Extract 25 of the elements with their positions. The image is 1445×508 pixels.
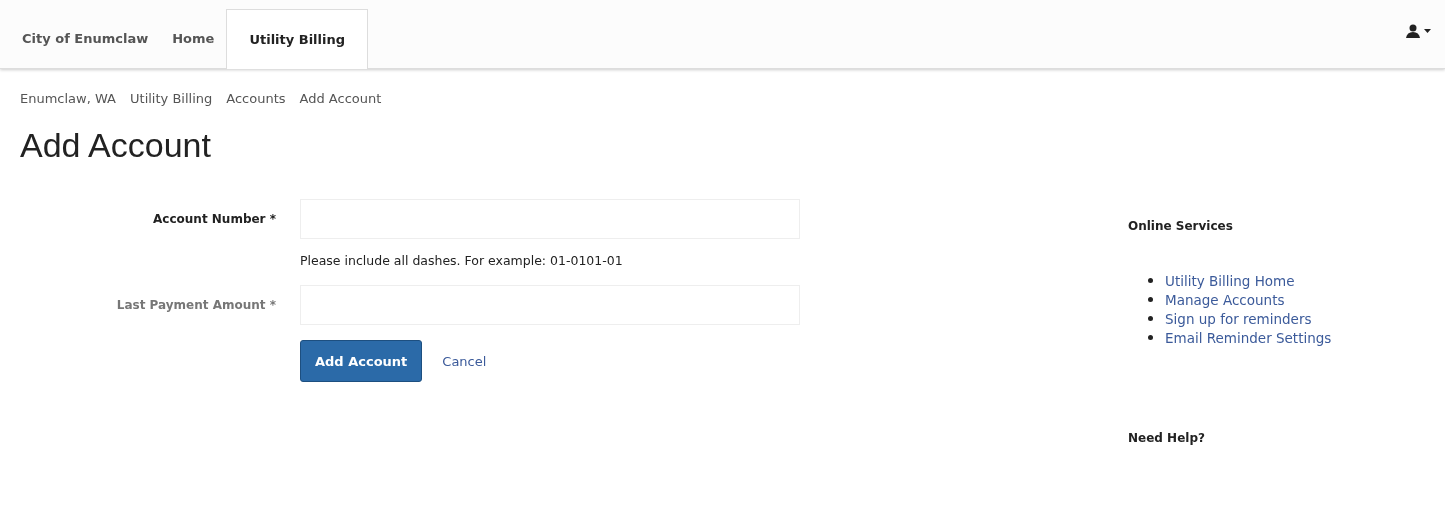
add-account-button[interactable]: Add Account: [300, 340, 423, 382]
field-label: Last Payment Amount *: [115, 298, 277, 312]
brand-link[interactable]: City of Enumclaw: [10, 22, 161, 68]
sidebar-heading: Online Services: [1128, 219, 1234, 233]
sidebar-link[interactable]: Sign up for reminders: [1165, 310, 1312, 327]
breadcrumb-link[interactable]: Add Account: [299, 91, 382, 106]
sidebar-link[interactable]: Email Reminder Settings: [1165, 329, 1332, 346]
bullet-icon: [1148, 278, 1153, 283]
bullet-icon: [1148, 316, 1153, 321]
sidebar-heading: Need Help?: [1128, 431, 1206, 445]
user-icon[interactable]: [1406, 24, 1420, 38]
breadcrumb-link[interactable]: Utility Billing: [130, 91, 213, 106]
breadcrumb-link[interactable]: Enumclaw, WA: [20, 91, 116, 106]
nav-tab[interactable]: Home: [160, 22, 227, 68]
nav-tab[interactable]: Utility Billing: [226, 9, 369, 69]
page-title: Add Account: [20, 126, 212, 165]
cancel-link[interactable]: Cancel: [442, 353, 487, 369]
sidebar-link[interactable]: Manage Accounts: [1165, 291, 1285, 308]
bullet-icon: [1148, 297, 1153, 302]
breadcrumb-link[interactable]: Accounts: [226, 91, 286, 106]
sidebar-link[interactable]: Utility Billing Home: [1165, 272, 1295, 289]
field-label: Account Number *: [152, 212, 277, 226]
help-text: Please include all dashes. For example: 01-0101-01: [300, 253, 624, 268]
caret-icon[interactable]: [1424, 29, 1431, 33]
bullet-icon: [1148, 335, 1153, 340]
